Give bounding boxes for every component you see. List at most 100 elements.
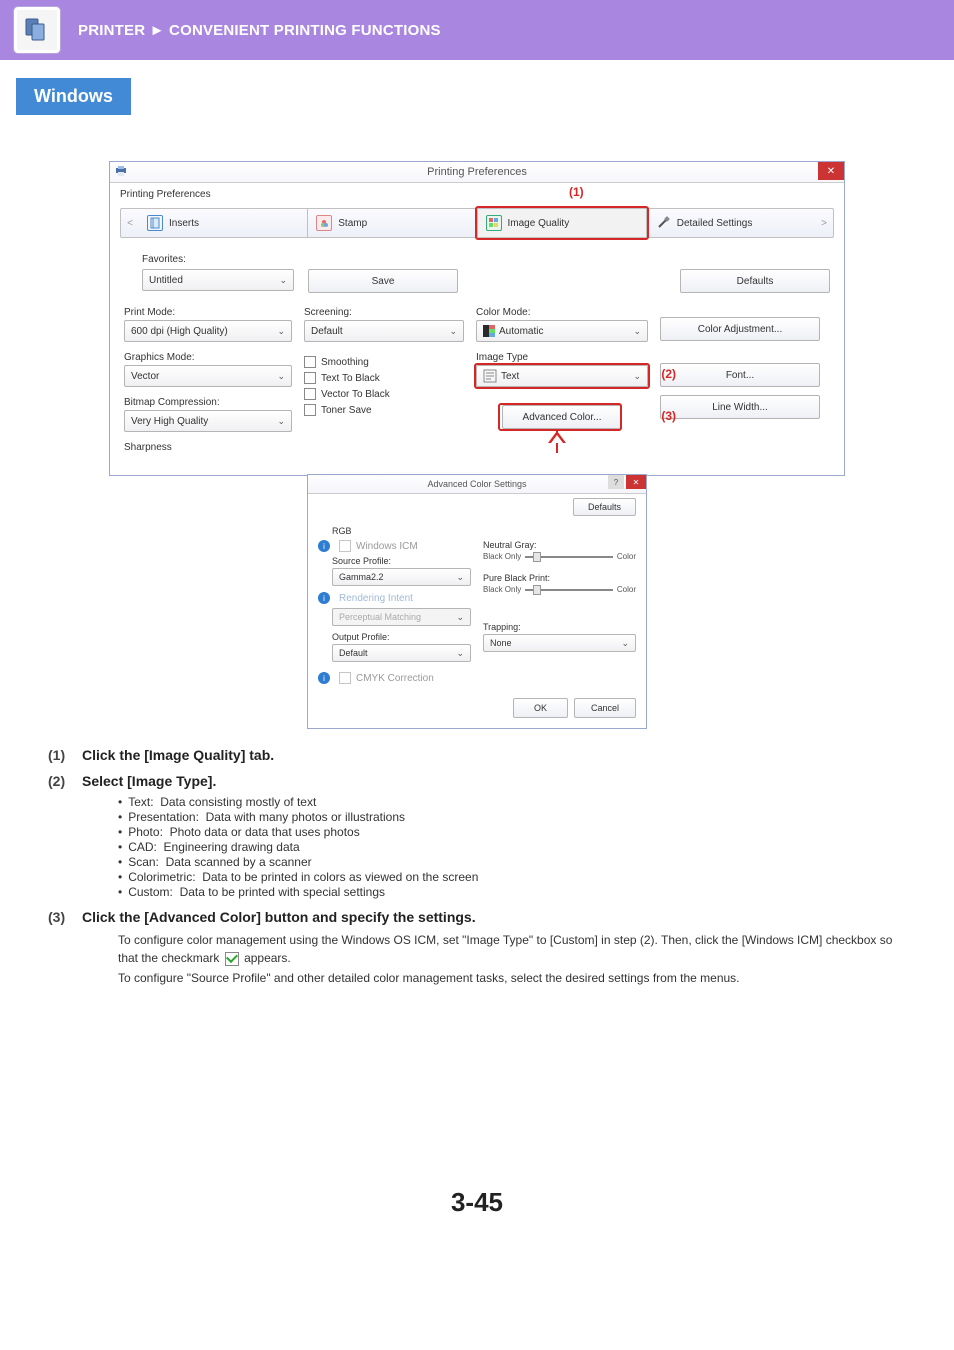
output-profile-select[interactable]: Default⌄ [332,644,471,662]
list-item: •CAD: Engineering drawing data [118,840,906,854]
rendering-intent-value: Perceptual Matching [339,612,421,622]
step-number: (1) [48,747,72,763]
slider-right-label: Color [617,585,636,594]
step-3-paragraph-1: To configure color management using the … [118,931,906,967]
tab-inserts[interactable]: Inserts [139,209,308,237]
line-width-button[interactable]: Line Width... [660,395,820,419]
rendering-intent-label: Rendering Intent [339,593,413,604]
source-profile-value: Gamma2.2 [339,572,384,582]
adv-title: Advanced Color Settings [427,479,526,489]
section-icon [14,7,60,53]
neutral-gray-slider[interactable]: Black Only Color [483,552,636,561]
color-mode-select[interactable]: Automatic ⌄ [476,320,648,342]
bullet-key: Scan: [128,855,159,869]
tab-detailed-settings[interactable]: Detailed Settings [647,209,815,237]
smoothing-checkbox[interactable]: Smoothing [304,356,464,368]
toner-save-label: Toner Save [321,405,372,416]
step-number: (2) [48,773,72,789]
color-mode-value: Automatic [499,326,543,337]
ok-button[interactable]: OK [513,698,568,718]
cmyk-correction-checkbox[interactable]: iCMYK Correction [318,672,471,684]
bitmap-compression-select[interactable]: Very High Quality ⌄ [124,410,292,432]
chevron-down-icon: ⌄ [277,416,285,427]
slider-left-label: Black Only [483,552,521,561]
step-3-paragraph-2: To configure "Source Profile" and other … [118,969,906,987]
source-profile-select[interactable]: Gamma2.2 ⌄ [332,568,471,586]
pure-black-slider[interactable]: Black OnlyColor [483,585,636,594]
printer-icon [114,165,128,177]
screenshot-printing-preferences: Printing Preferences ✕ Printing Preferen… [109,161,845,729]
favorites-select[interactable]: Untitled⌄ [142,269,294,291]
bullet-key: Colorimetric: [128,870,195,884]
defaults-button[interactable]: Defaults [680,269,830,293]
cancel-button[interactable]: Cancel [574,698,636,718]
bullet-val: Data with many photos or illustrations [206,810,405,824]
advanced-color-button[interactable]: Advanced Color... [502,405,622,429]
bullet-key: Custom: [128,885,173,899]
save-button[interactable]: Save [308,269,458,293]
graphics-mode-select[interactable]: Vector⌄ [124,365,292,387]
font-button[interactable]: Font... [660,363,820,387]
favorites-label: Favorites: [142,254,830,265]
bitmap-compression-value: Very High Quality [131,416,208,427]
print-mode-select[interactable]: 600 dpi (High Quality)⌄ [124,320,292,342]
slider-right-label: Color [617,552,636,561]
image-type-select[interactable]: Text ⌄ [476,365,648,387]
bullet-key: CAD: [128,840,157,854]
tab-scroll-right[interactable]: > [815,218,833,229]
trapping-value: None [490,638,512,648]
tab-scroll-left[interactable]: < [121,218,139,229]
chevron-down-icon: ⌄ [621,638,629,649]
step-number: (3) [48,909,72,925]
source-profile-label: Source Profile: [332,556,471,566]
help-button[interactable]: ? [608,475,624,489]
callout-2: (2) [661,367,676,381]
neutral-gray-label: Neutral Gray: [483,540,636,550]
bullet-key: Text: [128,795,153,809]
list-item: •Presentation: Data with many photos or … [118,810,906,824]
breadcrumb-page: CONVENIENT PRINTING FUNCTIONS [169,22,441,39]
rendering-intent-select: Perceptual Matching ⌄ [332,608,471,626]
trapping-select[interactable]: None ⌄ [483,634,636,652]
trapping-label: Trapping: [483,622,636,632]
windows-icm-label: Windows ICM [356,541,418,552]
instructions: (1)Click the [Image Quality] tab. (2)Sel… [48,747,906,987]
checkmark-icon [225,952,239,966]
color-mode-icon [483,325,495,337]
text-to-black-checkbox[interactable]: Text To Black [304,372,464,384]
chevron-down-icon: ⌄ [456,612,464,623]
info-icon: i [318,592,330,604]
tab-stamp[interactable]: Stamp [308,209,477,237]
color-adjustment-button[interactable]: Color Adjustment... [660,317,820,341]
adv-close-button[interactable]: ✕ [626,475,646,489]
list-item: •Text: Data consisting mostly of text [118,795,906,809]
chevron-down-icon: ⌄ [279,275,287,286]
text-to-black-label: Text To Black [321,373,380,384]
vector-to-black-label: Vector To Black [321,389,390,400]
tab-strip: < Inserts Stamp Image Quality Detailed S… [120,208,834,238]
graphics-mode-value: Vector [131,371,159,382]
bullet-val: Data consisting mostly of text [160,795,316,809]
close-button[interactable]: ✕ [818,162,844,180]
output-profile-value: Default [339,648,368,658]
tab-image-quality[interactable]: Image Quality [478,209,647,237]
page-number: 3-45 [48,1187,906,1258]
step-1-title: Click the [Image Quality] tab. [82,747,274,763]
screening-select[interactable]: Default⌄ [304,320,464,342]
tab-label: Stamp [338,218,367,229]
vector-to-black-checkbox[interactable]: Vector To Black [304,388,464,400]
adv-defaults-button[interactable]: Defaults [573,498,636,516]
smoothing-label: Smoothing [321,357,369,368]
rendering-intent-row: i Rendering Intent [318,592,471,604]
toner-save-checkbox[interactable]: Toner Save [304,404,464,416]
output-profile-label: Output Profile: [332,632,471,642]
chevron-down-icon: ⌄ [633,371,641,382]
p1b: appears. [244,951,291,965]
chevron-down-icon: ⌄ [456,572,464,583]
image-quality-icon [486,215,502,231]
list-item: •Custom: Data to be printed with special… [118,885,906,899]
inserts-icon [147,215,163,231]
tab-label: Inserts [169,218,199,229]
windows-icm-checkbox[interactable]: iWindows ICM [318,540,471,552]
callout-3: (3) [661,409,676,423]
